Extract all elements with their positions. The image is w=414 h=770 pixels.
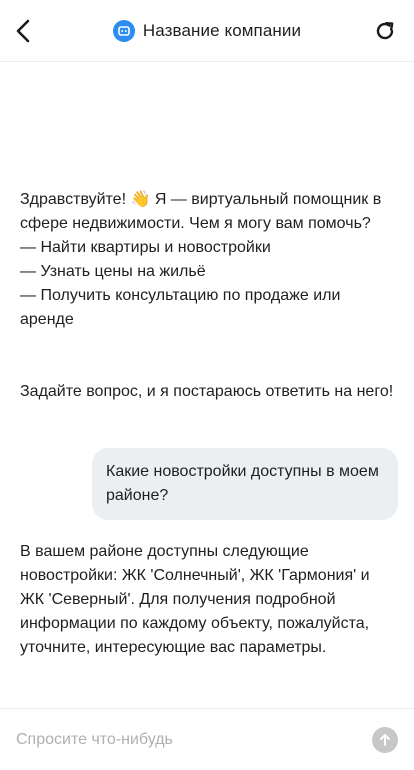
message-input-bar — [0, 708, 414, 770]
user-message: Какие новостройки доступны в моем районе… — [92, 448, 398, 520]
closing-text: Задайте вопрос, и я постараюсь ответить … — [20, 383, 394, 400]
bot-message-answer: В вашем районе доступны следующие новост… — [20, 540, 396, 660]
option-item: — Получить консультацию по продаже или а… — [20, 287, 341, 328]
send-button[interactable] — [372, 727, 398, 753]
option-item: — Узнать цены на жильё — [20, 263, 206, 280]
bot-message-closing: Задайте вопрос, и я постараюсь ответить … — [20, 380, 396, 404]
answer-text: В вашем районе доступны следующие новост… — [20, 543, 370, 656]
option-item: — Найти квартиры и новостройки — [20, 239, 271, 256]
bot-message-greeting: Здравствуйте! 👋 Я — виртуальный помощник… — [20, 188, 396, 332]
arrow-up-icon — [380, 734, 390, 746]
refresh-icon — [376, 22, 394, 40]
bot-icon — [112, 20, 135, 42]
chat-header: Название компании — [0, 0, 414, 62]
message-input[interactable] — [16, 727, 346, 753]
page-title: Название компании — [142, 21, 302, 40]
refresh-button[interactable] — [370, 16, 400, 46]
header-title-group: Название компании — [0, 18, 414, 44]
greeting-text: Здравствуйте! 👋 Я — виртуальный помощник… — [20, 191, 382, 232]
